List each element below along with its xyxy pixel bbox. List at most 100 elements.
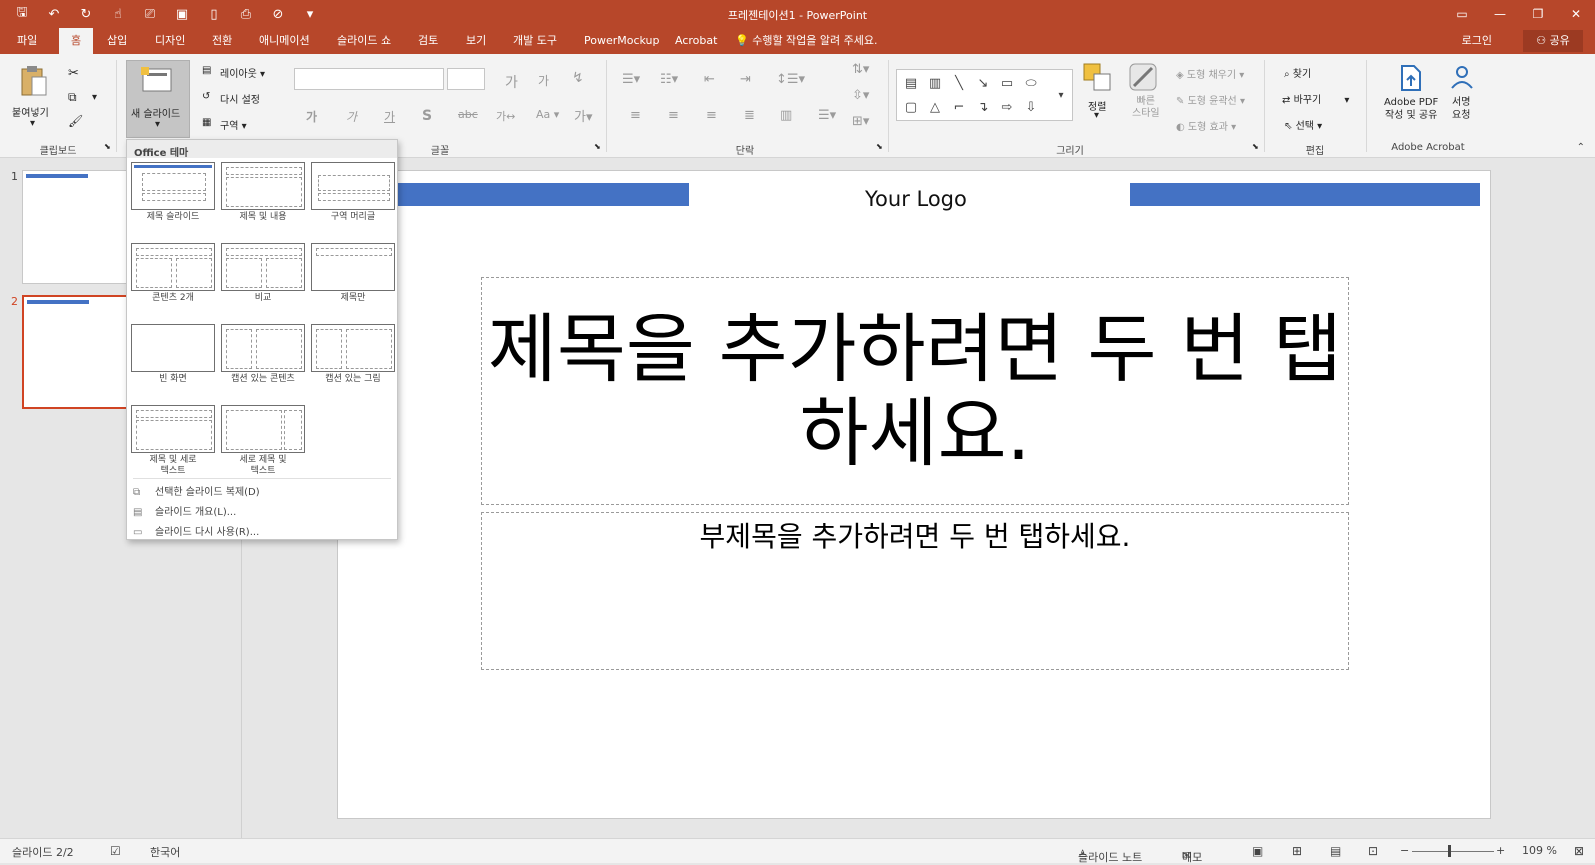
restore-button[interactable]: ❐	[1519, 0, 1557, 28]
shadow-icon[interactable]: S	[422, 108, 432, 124]
font-size-box[interactable]	[447, 68, 485, 90]
language-indicator[interactable]: 한국어	[150, 844, 180, 860]
create-pdf-button[interactable]: Adobe PDF 작성 및 공유	[1384, 96, 1438, 122]
strikethrough-icon[interactable]: abc	[458, 108, 478, 121]
layout-comparison[interactable]: 비교	[221, 243, 305, 304]
elbow-connector-icon[interactable]: ⌐	[947, 96, 971, 120]
right-arrow-shape-icon[interactable]: ⇨	[995, 96, 1019, 120]
columns-icon[interactable]: ▥	[780, 108, 792, 123]
tab-transitions[interactable]: 전환	[212, 28, 232, 54]
tab-animations[interactable]: 애니메이션	[259, 28, 310, 54]
fit-to-window-icon[interactable]: ⊠	[1574, 844, 1584, 858]
title-placeholder[interactable]: 제목을 추가하려면 두 번 탭하세요.	[481, 277, 1349, 505]
ribbon-display-options-icon[interactable]: ▭	[1443, 0, 1481, 28]
tab-powermockup[interactable]: PowerMockup	[584, 28, 660, 54]
tab-acrobat[interactable]: Acrobat	[675, 28, 717, 54]
zoom-slider[interactable]	[1412, 851, 1494, 852]
cut-icon[interactable]: ✂	[68, 66, 79, 81]
shrink-font-icon[interactable]: 가	[538, 72, 549, 89]
share-button[interactable]: ⚇ 공유	[1523, 30, 1583, 52]
underline-icon[interactable]: 가	[384, 108, 395, 125]
replace-button[interactable]: ⇄ 바꾸기 ▾	[1282, 91, 1349, 106]
justify-icon[interactable]: ≣	[744, 108, 755, 123]
paste-dropdown-icon[interactable]: ▾	[30, 118, 35, 129]
copy-dropdown-icon[interactable]: ▾	[92, 92, 97, 103]
vertical-textbox-shape-icon[interactable]: ▥	[923, 72, 947, 96]
align-right-icon[interactable]: ≡	[706, 108, 717, 123]
rounded-rect-shape-icon[interactable]: ▢	[899, 96, 923, 120]
format-painter-qat-icon[interactable]: ⊘	[264, 7, 292, 22]
new-file-icon[interactable]: ▯	[200, 7, 228, 22]
layout-content-with-caption[interactable]: 캡션 있는 콘텐츠	[221, 324, 305, 385]
slide-sorter-icon[interactable]: ⊞	[1292, 844, 1302, 858]
font-launcher-icon[interactable]: ⬊	[594, 142, 601, 151]
layout-title-only[interactable]: 제목만	[311, 243, 395, 304]
smartart-icon[interactable]: ⊞▾	[852, 114, 869, 129]
duplicate-slide-item[interactable]: ⧉ 선택한 슬라이드 복제(D)	[133, 483, 260, 498]
oval-shape-icon[interactable]: ⬭	[1019, 72, 1043, 96]
shape-fill-button[interactable]: ◈ 도형 채우기 ▾	[1176, 66, 1244, 81]
bullets-icon[interactable]: ☰▾	[622, 72, 640, 87]
tab-file[interactable]: 파일	[17, 28, 37, 54]
change-case-icon[interactable]: Aa ▾	[536, 108, 559, 121]
center-icon[interactable]: ≡	[668, 108, 679, 123]
zoom-level[interactable]: 109 %	[1522, 844, 1557, 857]
arrow-line-shape-icon[interactable]: ↘	[971, 72, 995, 96]
tab-view[interactable]: 보기	[466, 28, 486, 54]
layout-picture-with-caption[interactable]: 캡션 있는 그림	[311, 324, 395, 385]
copy-icon[interactable]: ⧉	[68, 90, 77, 105]
increase-indent-icon[interactable]: ⇥	[740, 72, 751, 87]
layout-vertical-title-text[interactable]: 세로 제목 및 텍스트	[221, 405, 305, 477]
shapes-more-icon[interactable]: ▾	[1049, 84, 1073, 108]
line-shape-icon[interactable]: ╲	[947, 72, 971, 96]
down-arrow-shape-icon[interactable]: ⇩	[1019, 96, 1043, 120]
decrease-indent-icon[interactable]: ⇤	[704, 72, 715, 87]
save-icon[interactable]: 🖫	[8, 3, 36, 25]
elbow-arrow-connector-icon[interactable]: ↴	[971, 96, 995, 120]
start-from-beginning-icon[interactable]: ⎚	[136, 7, 164, 22]
font-color-icon[interactable]: 가▾	[574, 106, 593, 125]
format-painter-icon[interactable]: 🖌	[68, 114, 83, 128]
shapes-gallery[interactable]: ▤ ▥ ╲ ↘ ▭ ⬭ ▢ △ ⌐ ↴ ⇨ ⇩ ▾	[896, 69, 1073, 121]
presenter-icon[interactable]: ▣	[168, 7, 196, 22]
tab-insert[interactable]: 삽입	[107, 28, 127, 54]
numbering-icon[interactable]: ☷▾	[660, 72, 678, 87]
arrange-dropdown-icon[interactable]: ▾	[1094, 110, 1099, 121]
collapse-ribbon-icon[interactable]: ⌃	[1577, 142, 1585, 153]
layout-title-vertical-text[interactable]: 제목 및 세로 텍스트	[131, 405, 215, 477]
reset-button[interactable]: 다시 설정	[220, 91, 260, 106]
reuse-slides-item[interactable]: ▭ 슬라이드 다시 사용(R)...	[133, 523, 259, 538]
layout-title-slide[interactable]: 제목 슬라이드	[131, 162, 215, 223]
clipboard-launcher-icon[interactable]: ⬊	[104, 142, 111, 151]
request-signature-button[interactable]: 서명 요청	[1452, 96, 1470, 122]
layout-title-content[interactable]: 제목 및 내용	[221, 162, 305, 223]
select-button[interactable]: ⇖ 선택 ▾	[1284, 117, 1322, 132]
italic-icon[interactable]: 가	[346, 108, 357, 125]
tab-review[interactable]: 검토	[418, 28, 438, 54]
normal-view-icon[interactable]: ▣	[1252, 844, 1263, 858]
shape-outline-button[interactable]: ✎ 도형 윤곽선 ▾	[1176, 92, 1245, 107]
new-slide-button[interactable]: 새 슬라이드 ▾	[126, 60, 190, 138]
login-link[interactable]: 로그인	[1462, 28, 1492, 54]
find-button[interactable]: ⌕ 찾기	[1284, 65, 1311, 80]
customize-qat-icon[interactable]: ▾	[296, 7, 324, 22]
undo-icon[interactable]: ↶	[40, 7, 68, 22]
zoom-in-icon[interactable]: +	[1496, 844, 1505, 857]
spelling-check-icon[interactable]: ☑	[110, 844, 121, 858]
zoom-slider-thumb[interactable]	[1448, 845, 1451, 857]
char-spacing-icon[interactable]: 가↔	[496, 108, 515, 124]
touch-mode-icon[interactable]: ☝	[104, 7, 132, 22]
distributed-icon[interactable]: ☰▾	[818, 108, 836, 123]
tab-design[interactable]: 디자인	[155, 28, 185, 54]
layout-section-header[interactable]: 구역 머리글	[311, 162, 395, 223]
align-text-icon[interactable]: ⇳▾	[852, 88, 869, 103]
drawing-launcher-icon[interactable]: ⬊	[1252, 142, 1259, 151]
layout-button[interactable]: 레이아웃 ▾	[220, 65, 265, 80]
slides-from-outline-item[interactable]: ▤ 슬라이드 개요(L)...	[133, 503, 236, 518]
quick-styles-button[interactable]: 빠른 스타일	[1132, 96, 1160, 120]
clear-format-icon[interactable]: ↯	[572, 70, 584, 86]
textbox-shape-icon[interactable]: ▤	[899, 72, 923, 96]
minimize-button[interactable]: —	[1481, 0, 1519, 28]
subtitle-placeholder[interactable]: 부제목을 추가하려면 두 번 탭하세요.	[481, 512, 1349, 670]
reading-view-icon[interactable]: ▤	[1330, 844, 1341, 858]
